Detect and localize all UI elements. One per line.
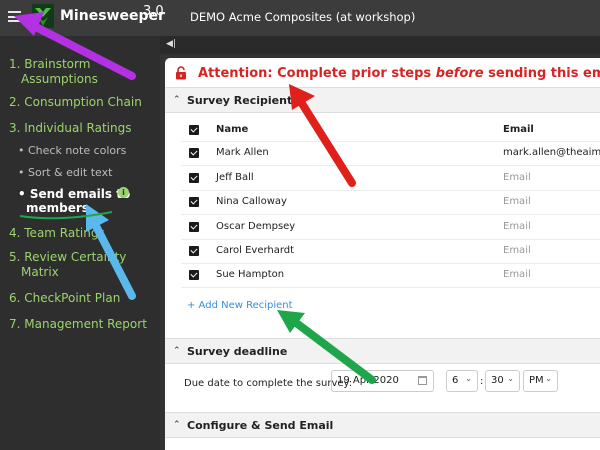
recipient-checkbox[interactable] <box>189 246 199 256</box>
recipient-checkbox[interactable] <box>189 270 199 280</box>
main-panel: Attention: Complete prior steps before s… <box>165 58 600 450</box>
sidebar-item-consumption-chain[interactable]: 2. Consumption Chain <box>9 95 142 110</box>
sidebar-item-label: • Send emails to <box>18 187 131 201</box>
sidebar-item-label: members <box>26 201 89 215</box>
recipient-checkbox[interactable] <box>189 148 199 158</box>
recipient-email-input[interactable]: Email <box>503 221 531 232</box>
sidebar-item-label: Matrix <box>21 265 59 279</box>
chevron-down-icon: ⌄ <box>507 374 514 383</box>
row-divider <box>181 214 600 215</box>
column-header-name: Name <box>216 124 249 135</box>
chevron-down-icon: ⌄ <box>545 374 552 383</box>
select-all-checkbox[interactable] <box>189 125 199 135</box>
survey-recipients-header[interactable]: ⌃ Survey Recipients <box>165 87 600 113</box>
recipient-checkbox[interactable] <box>189 173 199 183</box>
recipient-name: Oscar Dempsey <box>216 221 296 232</box>
sidebar-subitem-check-colors[interactable]: • Check note colors <box>18 144 126 157</box>
recipient-name: Mark Allen <box>216 147 269 158</box>
app-version: 3.0 <box>143 4 164 19</box>
due-date-label: Due date to complete the survey: <box>184 378 353 389</box>
recipient-checkbox[interactable] <box>189 197 199 207</box>
recipient-checkbox[interactable] <box>189 222 199 232</box>
recipient-email-input[interactable]: Email <box>503 172 531 183</box>
chevron-up-icon: ⌃ <box>173 420 181 430</box>
time-separator: : <box>480 376 484 387</box>
sidebar-item-brainstorm[interactable]: 1. Brainstorm Assumptions <box>9 57 98 87</box>
add-recipient-link[interactable]: + Add New Recipient <box>187 300 293 311</box>
sidebar-item-management-report[interactable]: 7. Management Report <box>9 317 147 332</box>
workspace-name: DEMO Acme Composites (at workshop) <box>190 10 416 24</box>
lock-icon <box>176 66 186 80</box>
minute-value: 30 <box>491 375 504 386</box>
chevron-up-icon: ⌃ <box>173 346 181 356</box>
survey-deadline-header[interactable]: ⌃ Survey deadline <box>165 338 600 364</box>
configure-send-header[interactable]: ⌃ Configure & Send Email <box>165 412 600 438</box>
collapse-sidebar-icon[interactable]: ◀​| <box>166 39 176 49</box>
section-title: Survey deadline <box>187 345 288 358</box>
minute-select[interactable]: 30 ⌄ <box>485 370 520 392</box>
section-title: Configure & Send Email <box>187 419 334 432</box>
recipient-email-input[interactable]: Email <box>503 196 531 207</box>
collapse-strip: ◀​| <box>160 36 600 54</box>
ampm-select[interactable]: PM ⌄ <box>523 370 558 392</box>
sidebar-subitem-sort-edit[interactable]: • Sort & edit text <box>18 166 112 179</box>
section-title: Survey Recipients <box>187 94 299 107</box>
hamburger-menu-icon[interactable] <box>8 11 21 22</box>
info-icon[interactable]: i <box>118 187 129 198</box>
top-bar: Minesweeper 3.0 DEMO Acme Composites (at… <box>0 0 600 36</box>
recipient-name: Jeff Ball <box>216 172 254 183</box>
chevron-down-icon: ⌄ <box>465 374 472 383</box>
row-divider <box>181 287 600 288</box>
row-divider <box>181 165 600 166</box>
sidebar-item-team-ratings[interactable]: 4. Team Ratings <box>9 226 105 241</box>
ampm-value: PM <box>529 375 544 386</box>
row-divider <box>181 239 600 240</box>
sidebar-subitem-send-emails[interactable]: • Send emails to members <box>18 187 130 215</box>
sidebar-item-label: Assumptions <box>21 72 98 86</box>
recipient-name: Nina Calloway <box>216 196 287 207</box>
row-divider <box>181 263 600 264</box>
sidebar-item-review-certainty[interactable]: 5. Review Certainty Matrix <box>9 250 126 280</box>
calendar-icon <box>418 376 427 385</box>
sidebar-item-label: 1. Brainstorm <box>9 57 91 71</box>
column-header-email: Email <box>503 124 534 135</box>
recipient-email-input[interactable]: Email <box>503 269 531 280</box>
sidebar-item-individual-ratings[interactable]: 3. Individual Ratings <box>9 121 131 136</box>
hour-select[interactable]: 6 ⌄ <box>446 370 478 392</box>
sidebar-item-label: 5. Review Certainty <box>9 250 127 264</box>
sidebar-item-checkpoint-plan[interactable]: 6. CheckPoint Plan <box>9 291 120 306</box>
row-divider <box>181 190 600 191</box>
app-logo-icon <box>32 4 54 28</box>
attention-message: Attention: Complete prior steps before s… <box>198 66 600 81</box>
recipient-name: Carol Everhardt <box>216 245 295 256</box>
due-date-input[interactable]: 19 Apr 2020 <box>331 370 434 392</box>
hour-value: 6 <box>452 375 459 386</box>
recipient-email-input[interactable]: Email <box>503 245 531 256</box>
chevron-up-icon: ⌃ <box>173 95 181 105</box>
recipient-email-input[interactable]: mark.allen@theaiminst <box>503 147 600 158</box>
recipient-name: Sue Hampton <box>216 269 285 280</box>
due-date-value: 19 Apr 2020 <box>337 375 399 386</box>
row-divider <box>181 141 600 142</box>
